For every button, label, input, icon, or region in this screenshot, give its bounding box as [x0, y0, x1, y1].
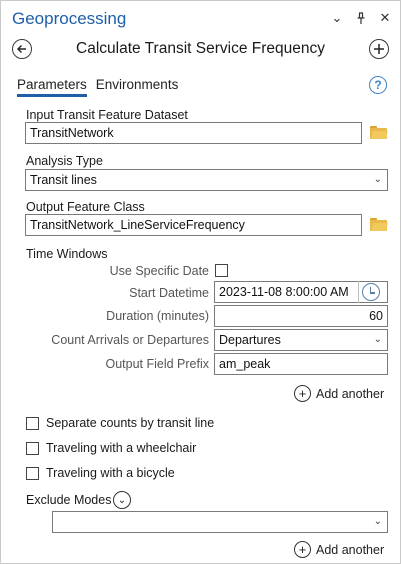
wheelchair-label: Traveling with a wheelchair	[46, 441, 197, 455]
separate-counts-checkbox[interactable]	[26, 417, 39, 430]
add-another-mode-button[interactable]: + Add another	[294, 541, 384, 558]
chevron-down-icon: ⌄	[373, 334, 382, 345]
chevron-down-icon[interactable]: ⌄	[330, 10, 344, 25]
tab-strip: Parameters Environments	[17, 77, 178, 97]
plus-circle-icon: +	[294, 385, 311, 402]
tab-parameters[interactable]: Parameters	[17, 77, 87, 97]
duration-label: Duration (minutes)	[106, 309, 209, 323]
tool-title: Calculate Transit Service Frequency	[76, 40, 325, 57]
geoprocessing-pane: Geoprocessing ⌄ ✕ Calculate Transit Serv…	[0, 0, 401, 564]
separate-counts-label: Separate counts by transit line	[46, 416, 215, 430]
analysis-type-select[interactable]: Transit lines ⌄	[25, 169, 388, 191]
exclude-modes-label: Exclude Modes	[26, 493, 112, 507]
browse-folder-icon[interactable]	[370, 218, 388, 231]
time-windows-label: Time Windows	[26, 247, 108, 261]
clock-button[interactable]	[358, 281, 382, 303]
clock-icon	[361, 283, 380, 301]
chevron-down-icon: ⌄	[373, 174, 382, 185]
title-bar: Geoprocessing ⌄ ✕	[1, 1, 400, 37]
tab-environments[interactable]: Environments	[96, 77, 179, 97]
bicycle-label: Traveling with a bicycle	[46, 466, 175, 480]
output-fc-label: Output Feature Class	[26, 200, 145, 214]
tool-header: Calculate Transit Service Frequency	[1, 37, 400, 65]
pane-title: Geoprocessing	[12, 9, 127, 28]
input-dataset-field[interactable]: TransitNetwork	[25, 122, 362, 144]
close-icon[interactable]: ✕	[378, 10, 392, 25]
input-dataset-label: Input Transit Feature Dataset	[26, 108, 188, 122]
count-type-label: Count Arrivals or Departures	[51, 333, 209, 347]
pin-icon[interactable]	[354, 11, 368, 25]
use-specific-date-checkbox[interactable]	[215, 264, 228, 277]
plus-circle-icon: +	[294, 541, 311, 558]
add-another-label: Add another	[316, 386, 385, 401]
expand-chevron-icon[interactable]: ⌄	[113, 491, 131, 509]
output-fc-field[interactable]: TransitNetwork_LineServiceFrequency	[25, 214, 362, 236]
duration-field[interactable]: 60	[214, 305, 388, 327]
analysis-type-value: Transit lines	[30, 173, 97, 187]
add-another-label: Add another	[316, 542, 385, 557]
count-type-value: Departures	[219, 333, 281, 347]
use-specific-date-label: Use Specific Date	[109, 264, 209, 278]
plus-icon	[374, 44, 384, 54]
bicycle-checkbox[interactable]	[26, 467, 39, 480]
wheelchair-checkbox[interactable]	[26, 442, 39, 455]
prefix-field[interactable]: am_peak	[214, 353, 388, 375]
help-icon[interactable]: ?	[369, 76, 387, 94]
exclude-modes-select[interactable]: ⌄	[52, 511, 388, 533]
browse-folder-icon[interactable]	[370, 126, 388, 139]
chevron-down-icon: ⌄	[373, 516, 382, 527]
prefix-label: Output Field Prefix	[105, 357, 209, 371]
analysis-type-label: Analysis Type	[26, 154, 103, 168]
add-button[interactable]	[369, 39, 389, 59]
start-datetime-label: Start Datetime	[129, 286, 209, 300]
start-datetime-value: 2023-11-08 8:00:00 AM	[219, 285, 349, 299]
window-controls: ⌄ ✕	[330, 10, 392, 25]
count-type-select[interactable]: Departures ⌄	[214, 329, 388, 351]
add-another-time-window-button[interactable]: + Add another	[294, 385, 384, 402]
